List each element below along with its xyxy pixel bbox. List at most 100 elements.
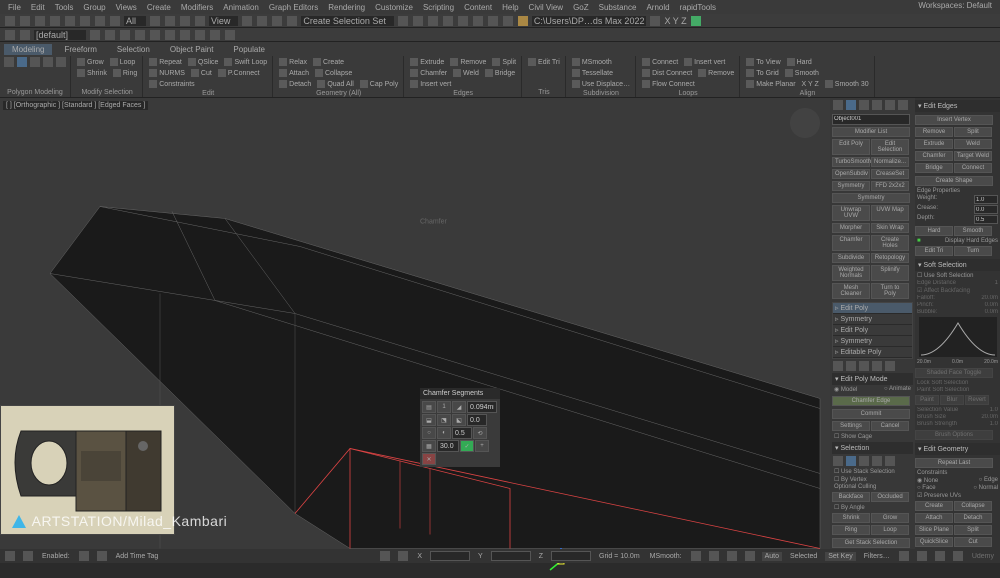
stack-editpoly2[interactable]: ▹ Edit Poly [833,325,912,336]
edge-mode-icon[interactable] [17,57,27,67]
caddy-amount-input[interactable] [467,401,497,413]
weight-input[interactable] [974,195,998,204]
listener-icon[interactable] [23,551,33,561]
create-tab-icon[interactable] [833,100,843,110]
mirror-icon[interactable] [398,16,408,26]
viewport[interactable]: [ ] [Orthographic ] [Standard ] [Edged F… [0,98,830,549]
attach-button[interactable]: Attach [277,68,311,78]
vertex-mode-icon[interactable] [4,57,14,67]
flowconnect-button[interactable]: Flow Connect [640,79,697,89]
refcoord-dropdown[interactable]: View [209,16,238,26]
caddy-type-icon[interactable]: ▤ [422,401,436,413]
hard-edge-button[interactable]: Hard [915,226,953,236]
insertvertex-button[interactable]: Insert Vertex [915,115,993,125]
pan-icon[interactable] [899,551,909,561]
tool-icon[interactable] [150,30,160,40]
chamferedge-button[interactable]: Chamfer Edge [832,396,910,406]
menu-grapheditors[interactable]: Graph Editors [265,3,322,12]
tab-selection[interactable]: Selection [109,44,158,55]
toview-button[interactable]: To View [744,57,782,67]
qslice-button[interactable]: QSlice [186,57,221,67]
tool-icon[interactable] [20,30,30,40]
opensubdiv-modifier-button[interactable]: OpenSubdiv [832,169,870,179]
tool-icon[interactable] [90,30,100,40]
tool-icon[interactable] [195,30,205,40]
tool-icon[interactable] [165,30,175,40]
grow-button[interactable]: Grow [871,513,909,523]
connect-button[interactable]: Connect [640,57,680,67]
object-name-input[interactable] [832,114,910,125]
caddy-depth-input[interactable] [452,427,472,439]
occluded-button[interactable]: Occluded [871,492,909,502]
stack-editpoly[interactable]: ▹ Edit Poly [833,303,912,314]
create-geo-button[interactable]: Create [915,501,953,511]
hard-button[interactable]: Hard [785,57,814,67]
move-icon[interactable] [150,16,160,26]
filters-button[interactable]: Filters… [862,553,892,560]
select-rect-icon[interactable] [80,16,90,26]
caddy-smooth-icon[interactable]: ○ [422,427,436,439]
redo-icon[interactable] [20,16,30,26]
ffd-modifier-button[interactable]: FFD 2x2x2 [871,181,909,191]
quadall-button[interactable]: Quad All [315,79,355,89]
enabled-toggle-icon[interactable] [79,551,89,561]
unlink-icon[interactable] [50,16,60,26]
cancel-button[interactable]: Cancel [871,421,909,431]
menu-civilview[interactable]: Civil View [525,3,568,12]
distconnect-button[interactable]: Dist Connect [640,68,694,78]
shrink-button[interactable]: Shrink [832,513,870,523]
pin-stack-icon[interactable] [833,361,843,371]
percentsnap-icon[interactable] [272,16,282,26]
maxviewport-icon[interactable] [953,551,963,561]
depth-input[interactable] [974,215,998,224]
detach-geo-button[interactable]: Detach [954,513,992,523]
usedisplace-button[interactable]: Use Displace… [570,79,632,89]
sel-element-icon[interactable] [885,456,895,466]
renderframe-icon[interactable] [503,16,513,26]
smooth30-button[interactable]: Smooth 30 [823,79,871,89]
menu-file[interactable]: File [4,3,25,12]
chamfer-caddy[interactable]: Chamfer Segments ▤ 1 ◢ ⬓ ⬔ ⬕ ○ ◐ ⟲ ▦ ✓ +… [420,388,500,467]
snap-icon[interactable] [242,16,252,26]
constraints-button[interactable]: Constraints [147,79,196,89]
bridge-button[interactable]: Bridge [483,68,517,78]
axis-x-icon[interactable] [650,16,660,26]
selection-set-dropdown[interactable]: Create Selection Set [301,16,394,26]
element-mode-icon[interactable] [56,57,66,67]
utilities-tab-icon[interactable] [898,100,908,110]
caddy-cancel-icon[interactable]: ✕ [422,453,436,465]
play-icon[interactable] [709,551,719,561]
setkey-button[interactable]: Set Key [825,552,856,561]
brushoptions-button[interactable]: Brush Options [915,430,993,440]
edittri-button[interactable]: Edit Tri [526,57,562,67]
insert-button[interactable]: Insert vert [408,79,453,89]
select-icon[interactable] [65,16,75,26]
shadedface-button[interactable]: Shaded Face Toggle [915,368,993,378]
smooth-edge-button[interactable]: Smooth [954,226,992,236]
menu-content[interactable]: Content [460,3,496,12]
menu-help[interactable]: Help [498,3,522,12]
remove-edge-button[interactable]: Remove [915,127,953,137]
creaseset-modifier-button[interactable]: CreaseSet [871,169,909,179]
blur-button[interactable]: Blur [940,395,964,405]
menu-modifiers[interactable]: Modifiers [177,3,217,12]
tool-icon[interactable] [225,30,235,40]
unwrap-modifier-button[interactable]: Unwrap UVW [832,205,870,221]
scale-icon[interactable] [180,16,190,26]
swiftloop-button[interactable]: Swift Loop [222,57,269,67]
ring-button[interactable]: Ring [832,525,870,535]
editpolymode-section[interactable]: ▾ Edit Poly Mode [832,373,913,385]
configure-icon[interactable] [885,361,895,371]
remove-button[interactable]: Remove [448,57,488,67]
schematic-icon[interactable] [458,16,468,26]
smooth-button[interactable]: Smooth [783,68,821,78]
menu-group[interactable]: Group [79,3,109,12]
targetweld-button[interactable]: Target Weld [954,151,992,161]
split-button[interactable]: Split [490,57,518,67]
caddy-depth-icon[interactable]: ⬔ [437,414,451,426]
lock-icon[interactable] [97,551,107,561]
repeatlast-button[interactable]: Repeat Last [915,458,993,468]
attach-geo-button[interactable]: Attach [915,513,953,523]
caddy-segments-icon[interactable]: 1 [437,401,451,413]
removeloop-button[interactable]: Remove [696,68,736,78]
